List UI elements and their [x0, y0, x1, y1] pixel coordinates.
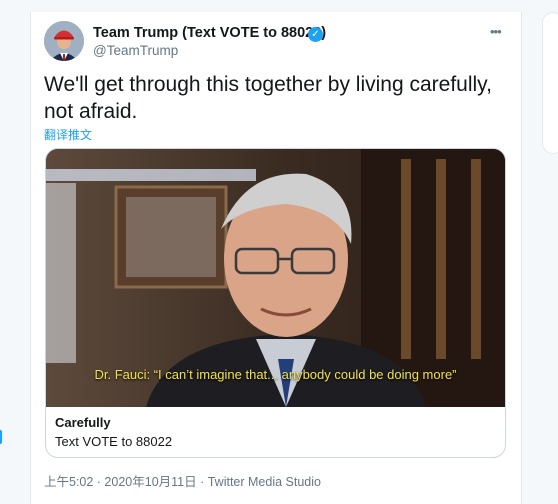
author-handle[interactable]: @TeamTrump [93, 43, 178, 58]
more-options-icon[interactable]: ••• [490, 24, 502, 39]
card-description: Text VOTE to 88022 [55, 434, 173, 449]
author-display-name[interactable]: Team Trump (Text VOTE to 88022) [93, 25, 326, 41]
scroll-indicator [0, 430, 2, 444]
media-card[interactable]: Dr. Fauci: “I can’t imagine that... anyb… [45, 148, 506, 458]
video-thumbnail[interactable]: Dr. Fauci: “I can’t imagine that... anyb… [46, 149, 505, 407]
verified-badge-icon: ✓ [308, 27, 323, 42]
video-caption: Dr. Fauci: “I can’t imagine that... anyb… [94, 367, 457, 382]
avatar[interactable] [44, 21, 84, 61]
tweet-timestamp[interactable]: 上午5:02 · 2020年10月11日 · Twitter Media Stu… [44, 471, 321, 490]
avatar-image [44, 21, 84, 61]
card-title: Carefully [55, 415, 111, 430]
translate-tweet-link[interactable]: 翻译推文 [44, 126, 92, 143]
right-sidebar-panel [542, 12, 558, 154]
tweet-text: We'll get through this together by livin… [44, 73, 492, 123]
